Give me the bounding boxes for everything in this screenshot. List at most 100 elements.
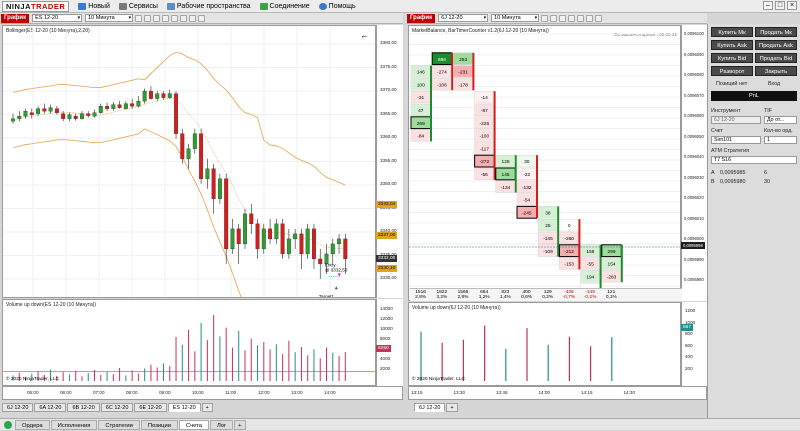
tif-select[interactable]: До от...	[764, 116, 797, 124]
instrument-tab[interactable]: 6J 12-20	[414, 402, 446, 412]
footprint-body	[514, 155, 517, 193]
price-marker: 3343,04	[376, 201, 398, 208]
properties-icon[interactable]	[559, 14, 567, 22]
footprint-body	[578, 219, 581, 270]
instrument-tab[interactable]: 6A 12-20	[34, 402, 67, 412]
instrument-tab[interactable]: 6C 12-20	[100, 402, 134, 412]
delta-total-column: -149 -0,2%	[580, 289, 601, 301]
footprint-value: 145	[502, 172, 510, 178]
instrument-field[interactable]: 6J 12-20	[711, 116, 761, 124]
properties-icon[interactable]	[153, 14, 161, 22]
crosshair-icon[interactable]	[135, 14, 143, 22]
candle	[205, 168, 210, 179]
interval-selector[interactable]: 10 Минута	[491, 14, 540, 22]
bid-size: 30	[764, 179, 770, 185]
candle	[217, 178, 222, 199]
right-price-panel[interactable]: MarketBalance, BarTimerCounter v1.2(6J 1…	[408, 25, 681, 301]
footprint-value: -31	[417, 95, 424, 101]
candle	[192, 133, 197, 149]
delta-total-column: 400 0,6%	[516, 289, 537, 301]
strategies-icon[interactable]	[180, 14, 188, 22]
zoom-icon[interactable]	[144, 14, 152, 22]
instrument-tab[interactable]: 6B 12-20	[67, 402, 100, 412]
add-status-tab-button[interactable]: +	[234, 419, 246, 430]
menu-item-connection[interactable]: Соединение	[259, 2, 310, 10]
instrument-tab[interactable]: 6J 12-20	[2, 402, 34, 412]
candle	[161, 93, 166, 98]
right-volume-panel[interactable]: Volume up down(6J 12-20 (10 Минута)) © 2…	[408, 302, 681, 386]
candle	[73, 116, 78, 119]
minimize-icon[interactable]: –	[763, 1, 773, 10]
instrument-tab[interactable]: 6E 12-20	[134, 402, 167, 412]
indicators-icon[interactable]	[577, 14, 585, 22]
left-volume-panel[interactable]: Volume up down(ES 12-20 (10 Минута)) © 2…	[2, 299, 376, 386]
snapshot-icon[interactable]	[198, 14, 206, 22]
add-tab-button[interactable]: +	[201, 402, 213, 412]
interval-selector[interactable]: 10 Минута	[85, 14, 134, 22]
sell-bid-button[interactable]: Продать Bid	[755, 53, 797, 63]
delta-total-percent: 0,2%	[542, 295, 554, 300]
volume-axis-label: 800	[685, 331, 693, 336]
zoom-icon[interactable]	[550, 14, 558, 22]
menu-item-help[interactable]: Помощь	[318, 2, 356, 10]
menu-item-workspaces[interactable]: Рабочие пространства	[166, 2, 251, 10]
volume-axis-label: 200	[685, 365, 693, 371]
account-select[interactable]: Sim101	[711, 136, 761, 144]
status-tab[interactable]: Лог	[209, 419, 234, 430]
sell-ask-button[interactable]: Продать Ask	[755, 40, 797, 50]
candle	[236, 228, 241, 245]
volume-axis-label: 12000	[380, 316, 393, 321]
reverse-button[interactable]: Разворот	[711, 66, 753, 76]
status-tab[interactable]: Ордера	[15, 419, 50, 430]
footprint-value: 100	[417, 82, 425, 88]
candle	[105, 105, 109, 109]
menu-item-tools[interactable]: Сервисы	[118, 2, 158, 10]
indicators-icon[interactable]	[171, 14, 179, 22]
chart-tag[interactable]: График	[407, 13, 436, 23]
price-axis-label: 3375,00	[380, 63, 397, 69]
maximize-icon[interactable]: □	[775, 1, 785, 10]
strategies-icon[interactable]	[586, 14, 594, 22]
volume-axis-label: 2000	[380, 366, 391, 371]
chart-trader-icon[interactable]	[595, 14, 603, 22]
crosshair-icon[interactable]	[541, 14, 549, 22]
footprint-value: 0	[568, 223, 571, 229]
status-tab[interactable]: Счета	[178, 419, 209, 430]
volume-axis-label: 1200	[685, 308, 696, 313]
candle	[261, 228, 266, 250]
footprint-value: -226	[480, 121, 490, 127]
drawing-tools-icon[interactable]	[568, 14, 576, 22]
time-axis-label: 14:15	[581, 390, 593, 395]
buy-ask-button[interactable]: Купить Ask	[711, 40, 753, 50]
footprint-bar: 299 154 -283	[601, 244, 623, 283]
sell-market-button[interactable]: Продать Мк	[755, 27, 797, 37]
volume-axis-label: 4000	[380, 356, 391, 361]
delta-total-column: 121 0,1%	[601, 289, 622, 301]
candle	[92, 112, 97, 117]
atm-strategy-select[interactable]: T7 S16	[711, 156, 797, 164]
instrument-selector[interactable]: 6J 12-20	[438, 14, 489, 22]
status-tab[interactable]: Позиции	[140, 419, 178, 430]
status-bar: Ордера Исполнения Стратегии Позиции Счета Лог…	[0, 418, 800, 430]
menu-item-new[interactable]: Новый	[78, 2, 110, 10]
instrument-tab[interactable]: ES 12-20	[167, 402, 201, 412]
close-icon[interactable]: ×	[787, 1, 797, 10]
footprint-value: 47	[418, 108, 424, 114]
footprint-value: -134	[501, 185, 511, 191]
footprint-value: 253	[459, 57, 467, 63]
time-axis-label: 13:45	[496, 390, 508, 395]
buy-market-button[interactable]: Купить Мк	[711, 27, 753, 37]
status-tab[interactable]: Стратегии	[98, 419, 140, 430]
instrument-selector[interactable]: ES 12-20	[32, 14, 83, 22]
add-tab-button[interactable]: +	[446, 402, 458, 412]
footprint-bar: 0 -260 -212 -153	[558, 218, 581, 270]
drawing-tools-icon[interactable]	[162, 14, 170, 22]
left-price-panel[interactable]: Bollinger(ES 12-20 (10 Минута),2,20) ← E…	[2, 25, 376, 298]
status-tab[interactable]: Исполнения	[50, 419, 98, 430]
chart-tag[interactable]: График	[1, 13, 30, 23]
chart-trader-icon[interactable]	[189, 14, 197, 22]
quantity-stepper[interactable]: 1	[764, 136, 797, 144]
buy-bid-button[interactable]: Купить Bid	[711, 53, 753, 63]
close-position-button[interactable]: Закрыть	[755, 66, 797, 76]
right-instrument-tabs: 6J 12-20 +	[414, 402, 459, 412]
